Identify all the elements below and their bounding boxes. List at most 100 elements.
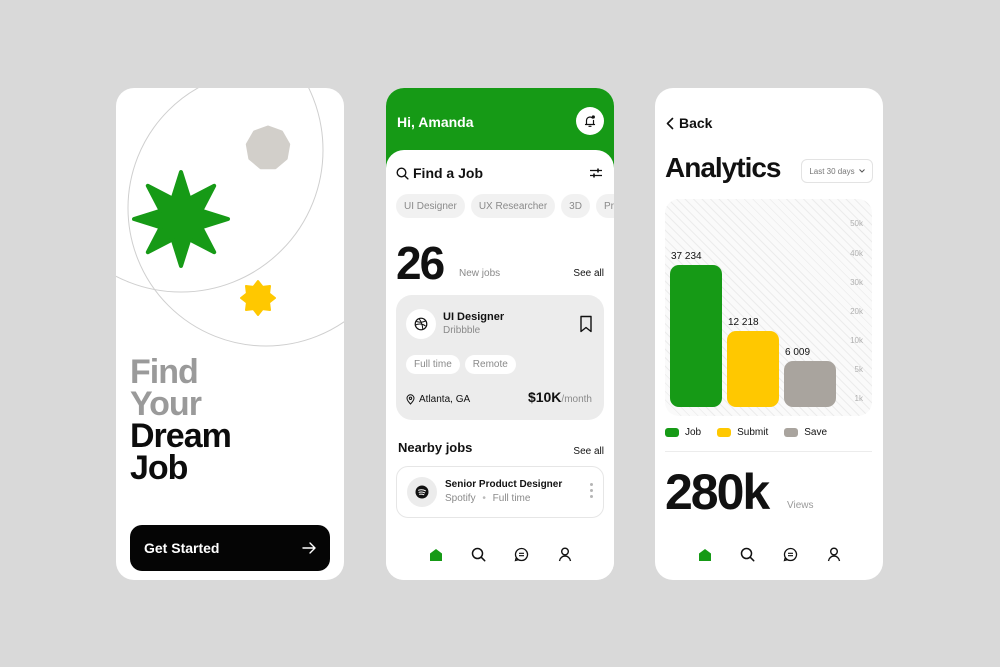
headline-line: Find [130, 353, 199, 391]
y-tick-label: 40k [850, 249, 864, 258]
divider [665, 451, 872, 452]
bar-value-label: 37 234 [671, 251, 702, 262]
y-tick-label: 30k [850, 278, 864, 287]
get-started-label: Get Started [144, 540, 220, 556]
category-chips: UI Designer UX Researcher 3D Pro [396, 194, 614, 218]
legend-swatch [717, 428, 732, 437]
company-logo [407, 477, 437, 507]
location-text: Atlanta, GA [419, 394, 471, 405]
legend-label: Save [804, 427, 828, 438]
legend-item: Submit [717, 427, 768, 438]
back-button[interactable]: Back [666, 115, 712, 131]
bell-icon [584, 115, 596, 127]
job-location: Atlanta, GA [406, 394, 470, 405]
nav-messages[interactable] [514, 546, 530, 562]
search-icon [396, 166, 409, 180]
legend-swatch [665, 428, 679, 437]
salary: $10K/month [528, 389, 592, 405]
filter-button[interactable] [589, 166, 603, 184]
job-tag: Full time [406, 355, 460, 374]
date-range-select[interactable]: Last 30 days [801, 159, 873, 183]
bar-submit[interactable] [727, 331, 779, 407]
nearby-jobs-heading: Nearby jobs [398, 440, 473, 455]
back-label: Back [679, 115, 713, 131]
bar-job[interactable] [670, 265, 722, 407]
salary-amount: $10K [527, 389, 562, 405]
nav-home[interactable] [428, 546, 444, 562]
home-icon [429, 548, 442, 561]
legend-swatch [784, 428, 799, 437]
see-all-nearby-link[interactable]: See all [573, 446, 604, 457]
job-meta: Spotify • Full time [445, 493, 530, 504]
date-range-value: Last 30 days [809, 166, 855, 176]
nav-messages[interactable] [783, 546, 799, 562]
home-icon [698, 548, 711, 561]
sliders-icon [590, 168, 602, 178]
nav-profile[interactable] [826, 546, 842, 562]
deco-circle-large [116, 88, 324, 293]
bar-chart-svg: 1k 5k 10k 20k 30k 40k 50k 37 234 12 218 6 009 [670, 219, 864, 407]
bookmark-button[interactable] [579, 315, 593, 338]
find-job-label: Find a Job [413, 165, 483, 181]
views-value: 280k [665, 464, 770, 520]
featured-job-card[interactable]: UI Designer Dribbble Full time Remote At… [396, 295, 604, 420]
chevron-left-icon [666, 117, 674, 129]
y-tick-label: 20k [850, 307, 864, 316]
nav-search[interactable] [740, 546, 756, 562]
get-started-button[interactable]: Get Started [130, 525, 330, 571]
company-name: Dribbble [443, 325, 481, 336]
category-chip[interactable]: Pro [595, 194, 614, 218]
bar-chart: 1k 5k 10k 20k 30k 40k 50k 37 234 12 218 6 009 [665, 199, 872, 416]
chevron-down-icon [858, 169, 865, 173]
chart-legend: Job Submit Save [665, 427, 827, 438]
headline-line: Job [130, 449, 188, 487]
search-icon [740, 547, 755, 561]
category-chip[interactable]: UI Designer [396, 194, 465, 218]
analytics-screen: Back Analytics Last 30 days 1k 5k 10k 20k 30… [655, 88, 883, 580]
greeting: Hi, Amanda [397, 114, 474, 130]
nav-profile[interactable] [557, 546, 573, 562]
bookmark-icon [580, 315, 592, 333]
bottom-nav [655, 546, 883, 562]
headline: Find Your Dream Job [130, 353, 232, 487]
arrow-right-icon [302, 542, 316, 554]
nav-search[interactable] [471, 546, 487, 562]
yellow-star-shape [240, 280, 276, 316]
category-chip[interactable]: UX Researcher [470, 194, 556, 218]
home-screen: Hi, Amanda Find a Job UI Designer UX Res… [386, 88, 614, 580]
chat-icon [783, 547, 798, 561]
gray-polygon-shape [245, 125, 291, 170]
job-type: Full time [492, 493, 531, 504]
job-tags: Full time Remote [406, 355, 516, 374]
bar-value-label: 6 009 [785, 347, 810, 358]
y-tick-label: 50k [850, 219, 864, 228]
dribbble-icon [414, 317, 428, 331]
legend-label: Job [685, 427, 702, 438]
job-title: Senior Product Designer [445, 479, 563, 490]
company-logo [406, 309, 436, 339]
legend-item: Job [665, 427, 701, 438]
separator-dot: • [482, 493, 486, 504]
job-title: UI Designer [443, 311, 505, 323]
onboarding-screen: Find Your Dream Job Get Started [116, 88, 344, 580]
notifications-button[interactable] [576, 107, 604, 135]
decorative-shapes [116, 88, 344, 347]
spotify-icon [415, 485, 429, 499]
salary-period: /month [561, 394, 592, 405]
y-tick-label: 1k [855, 394, 864, 403]
bar-save[interactable] [784, 361, 836, 407]
legend-label: Submit [737, 427, 769, 438]
see-all-new-jobs-link[interactable]: See all [573, 268, 604, 279]
category-chip[interactable]: 3D [561, 194, 590, 218]
new-jobs-label: New jobs [459, 268, 501, 279]
user-icon [558, 547, 571, 561]
green-star-shape [132, 170, 230, 268]
nav-home[interactable] [697, 546, 713, 562]
more-options-icon[interactable] [590, 483, 593, 498]
user-icon [827, 547, 840, 561]
nearby-job-card[interactable]: Senior Product Designer Spotify • Full t… [396, 466, 604, 518]
bar-value-label: 12 218 [728, 317, 759, 328]
headline-line: Dream [130, 417, 232, 455]
find-job-search[interactable]: Find a Job [396, 165, 483, 181]
headline-line: Your [130, 385, 202, 423]
